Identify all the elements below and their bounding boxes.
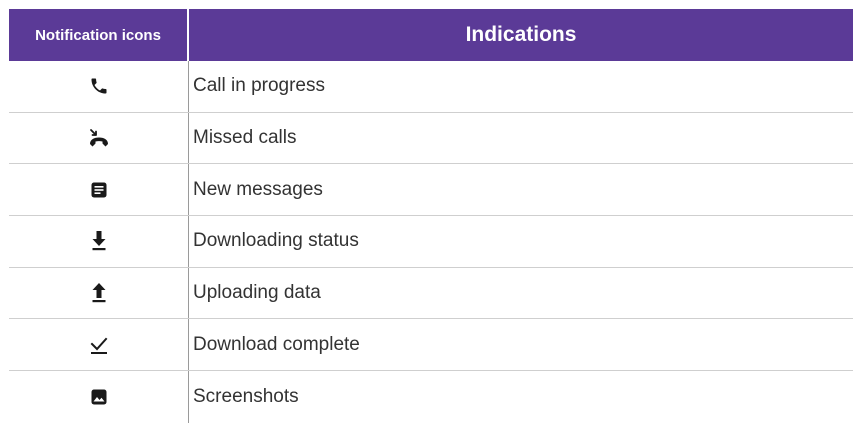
call-in-progress-icon xyxy=(89,76,109,96)
header-notification-icons: Notification icons xyxy=(9,9,189,61)
table-row: Uploading data xyxy=(9,267,853,320)
table-row: Download complete xyxy=(9,319,853,372)
icon-cell xyxy=(9,61,189,112)
table-row: Screenshots xyxy=(9,371,853,423)
table-row: New messages xyxy=(9,164,853,217)
icon-cell xyxy=(9,267,189,319)
notification-icons-table: Notification icons Indications Call in p… xyxy=(9,9,853,423)
icon-cell xyxy=(9,371,189,423)
row-label: Download complete xyxy=(193,333,360,355)
uploading-icon xyxy=(91,282,107,304)
row-label: Screenshots xyxy=(193,385,299,407)
table-row: Call in progress xyxy=(9,61,853,113)
header-indications: Indications xyxy=(465,23,577,46)
table-row: Missed calls xyxy=(9,112,853,165)
icon-cell xyxy=(9,164,189,216)
table-row: Downloading status xyxy=(9,216,853,268)
new-messages-icon xyxy=(90,181,108,199)
icon-cell xyxy=(9,319,189,371)
row-label: New messages xyxy=(193,178,323,200)
download-complete-icon xyxy=(89,335,109,355)
icon-cell xyxy=(9,216,189,267)
icon-cell xyxy=(9,112,189,164)
row-label: Downloading status xyxy=(193,230,359,252)
table-header: Notification icons Indications xyxy=(9,9,853,61)
row-label: Missed calls xyxy=(193,127,297,149)
screenshots-icon xyxy=(90,388,108,406)
row-label: Uploading data xyxy=(193,282,321,304)
missed-calls-icon xyxy=(87,127,111,149)
row-label: Call in progress xyxy=(193,75,325,97)
downloading-icon xyxy=(91,230,107,252)
